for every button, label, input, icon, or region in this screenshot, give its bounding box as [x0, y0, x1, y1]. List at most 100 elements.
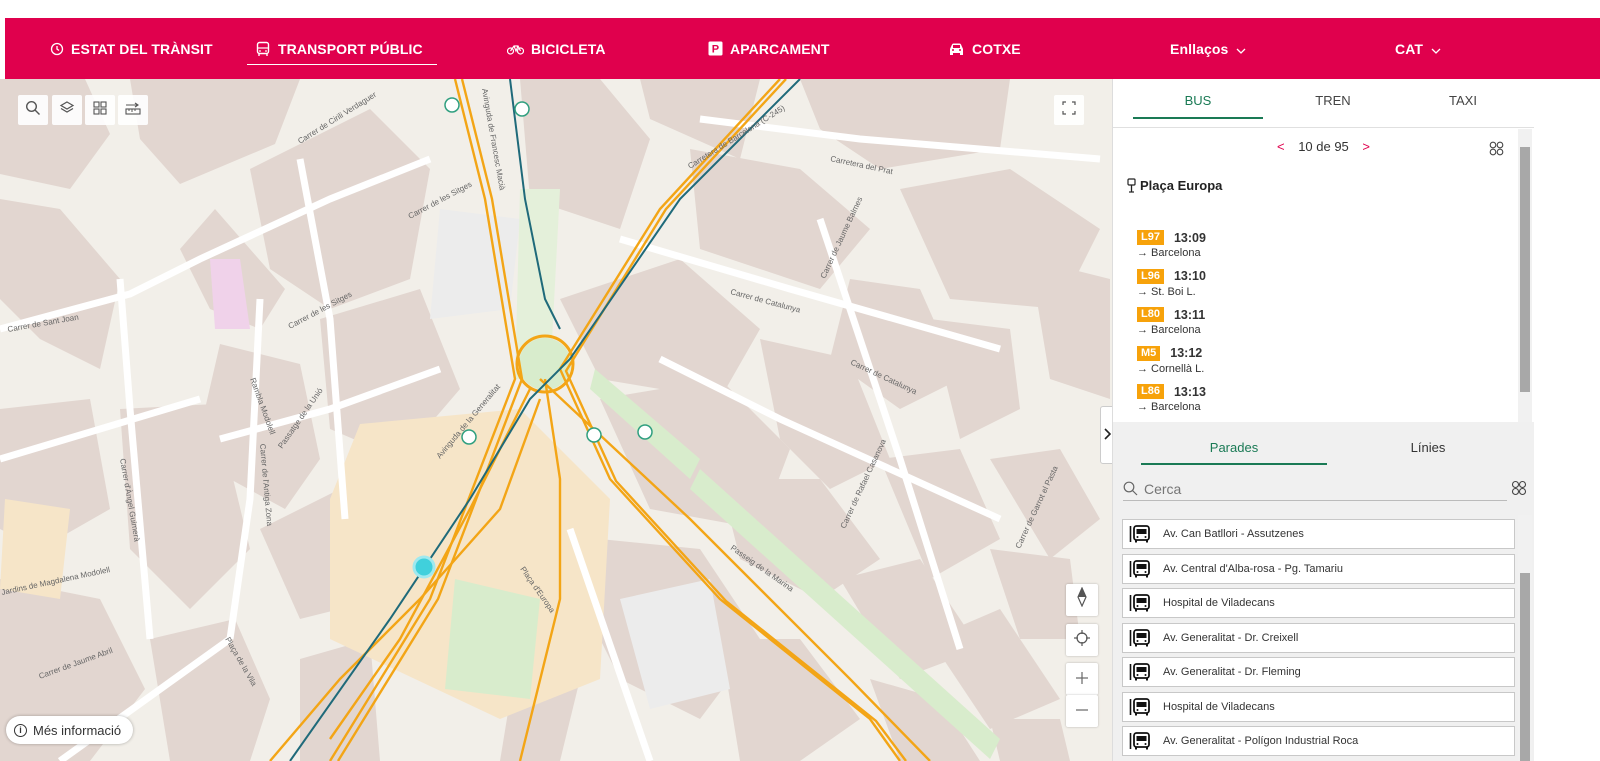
pager-next-button[interactable]: >: [1362, 139, 1370, 154]
compass-button[interactable]: [1066, 584, 1098, 616]
compass-icon: [1076, 586, 1088, 613]
svg-text:P: P: [712, 44, 719, 56]
arrival-item: L97 13:09 → Barcelona: [1137, 230, 1497, 269]
tab-bus[interactable]: BUS: [1133, 93, 1263, 108]
bus-stop-icon: [1129, 697, 1151, 716]
tab-stops[interactable]: Parades: [1139, 440, 1329, 455]
arrival-item: L80 13:11 → Barcelona: [1137, 307, 1497, 346]
transit-side-panel: BUS TREN TAXI < 10 de 95 > Plaça Europa …: [1112, 79, 1600, 761]
grid-dots-icon: [1489, 141, 1504, 160]
stop-label: Av. Generalitat - Dr. Creixell: [1163, 631, 1299, 644]
chevron-down-icon: [1431, 41, 1441, 57]
list-item[interactable]: Av. Can Batllori - Assutzenes: [1122, 519, 1515, 549]
parking-icon: P: [708, 41, 723, 56]
scrollbar-thumb[interactable]: [1520, 573, 1530, 761]
bus-stop-icon: [1127, 178, 1136, 193]
pager-prev-button[interactable]: <: [1277, 139, 1285, 154]
transport-tabs: BUS TREN TAXI: [1113, 79, 1534, 127]
bus-icon: [255, 41, 271, 57]
list-item[interactable]: Av. Generalitat - Dr. Creixell: [1122, 622, 1515, 653]
arrivals-list: L97 13:09 → Barcelona L96 13:10 → St. Boi …: [1137, 230, 1497, 423]
line-badge[interactable]: L97: [1137, 230, 1164, 245]
bus-stop-icon: [1129, 594, 1151, 612]
car-icon: [948, 42, 965, 55]
zoom-out-button[interactable]: [1066, 695, 1098, 727]
list-item[interactable]: Hospital de Viladecans: [1122, 691, 1515, 722]
active-tab-indicator: [1133, 117, 1263, 119]
nav-item-label: APARCAMENT: [730, 40, 830, 57]
map-measure-button[interactable]: [118, 95, 148, 125]
crosshair-icon: [1074, 629, 1090, 652]
search-icon: [25, 100, 41, 121]
stops-lines-tabs: Parades Línies: [1113, 422, 1534, 474]
map-canvas[interactable]: Carrer de Cirili Verdaguer Carrer de les…: [0, 79, 1112, 761]
arrivals-scrollbar[interactable]: [1518, 129, 1532, 424]
stops-section: Parades Línies Av. Can Batllori - Assutz…: [1113, 422, 1534, 761]
bus-stop-icon: [1129, 628, 1151, 647]
nav-item-car[interactable]: COTXE: [948, 18, 1021, 79]
chevron-down-icon: [1236, 41, 1246, 57]
nav-links-dropdown[interactable]: Enllaços: [1170, 18, 1246, 79]
options-grid-button[interactable]: [1489, 141, 1504, 161]
stops-scrollbar[interactable]: [1518, 515, 1532, 761]
nav-item-label: COTXE: [972, 40, 1021, 57]
plus-icon: [1075, 668, 1089, 691]
line-badge[interactable]: L96: [1137, 268, 1164, 284]
arrival-destination: → Barcelona: [1137, 324, 1201, 336]
map-search-button[interactable]: [18, 95, 48, 125]
stops-options-button[interactable]: [1511, 480, 1527, 501]
list-item[interactable]: Av. Generalitat - Dr. Fleming: [1122, 657, 1515, 687]
tab-lines[interactable]: Línies: [1333, 440, 1523, 455]
bus-stop-icon: [1129, 525, 1151, 543]
list-item[interactable]: Av. Generalitat - Polígon Industrial Roc…: [1122, 726, 1515, 756]
more-info-label: Més informació: [33, 722, 122, 738]
bus-stop-icon: [1129, 559, 1151, 578]
stop-label: Av. Can Batllori - Assutzenes: [1163, 528, 1304, 540]
clock-icon: [50, 42, 64, 56]
nav-language-dropdown[interactable]: CAT: [1395, 18, 1441, 79]
nav-item-label: ESTAT DEL TRÀNSIT: [71, 40, 213, 57]
list-item[interactable]: Hospital de Viladecans: [1122, 588, 1515, 618]
active-subtab-indicator: [1141, 463, 1327, 465]
language-label: CAT: [1395, 40, 1424, 57]
nav-item-parking[interactable]: P APARCAMENT: [708, 18, 830, 79]
line-badge[interactable]: L80: [1137, 307, 1164, 322]
arrival-time: 13:11: [1173, 307, 1206, 322]
bus-stop-icon: [1129, 663, 1151, 681]
tab-taxi[interactable]: TAXI: [1398, 93, 1528, 108]
grid-icon: [92, 100, 108, 121]
stop-name: Plaça Europa: [1140, 178, 1223, 193]
stops-search: [1123, 477, 1507, 501]
list-item[interactable]: Av. Central d'Alba-rosa - Pg. Tamariu: [1122, 553, 1515, 584]
nav-item-traffic-status[interactable]: ESTAT DEL TRÀNSIT: [50, 18, 213, 79]
arrival-time: 13:09: [1173, 230, 1206, 245]
stop-label: Av. Central d'Alba-rosa - Pg. Tamariu: [1163, 562, 1344, 575]
map-layers-button[interactable]: [52, 95, 82, 125]
layers-icon: [59, 100, 75, 121]
locate-button[interactable]: [1066, 624, 1098, 656]
map-basemap-button[interactable]: [85, 95, 115, 125]
tab-train[interactable]: TREN: [1268, 93, 1398, 108]
minus-icon: [1075, 700, 1089, 723]
nav-item-bicycle[interactable]: BICICLETA: [507, 18, 606, 79]
bus-stop-icon: [1129, 732, 1151, 750]
scrollbar-thumb[interactable]: [1520, 147, 1530, 392]
nav-item-public-transport[interactable]: TRANSPORT PÚBLIC: [247, 18, 437, 79]
arrival-destination: → St. Boi L.: [1137, 285, 1196, 298]
nav-item-label: BICICLETA: [531, 40, 606, 57]
ruler-icon: [124, 100, 142, 121]
line-badge[interactable]: L86: [1137, 384, 1164, 399]
stop-label: Av. Generalitat - Polígon Industrial Roc…: [1163, 735, 1359, 747]
stop-pager: < 10 de 95 >: [1113, 139, 1534, 154]
arrival-time: 13:12: [1170, 346, 1203, 360]
line-badge[interactable]: M5: [1137, 345, 1161, 361]
stop-label: Av. Generalitat - Dr. Fleming: [1163, 666, 1301, 678]
zoom-in-button[interactable]: [1066, 663, 1098, 695]
arrival-destination: → Barcelona: [1137, 401, 1201, 413]
tabs-divider: [1113, 127, 1534, 128]
search-input[interactable]: [1144, 480, 1484, 497]
fullscreen-icon: [1062, 100, 1076, 120]
more-info-button[interactable]: i Més informació: [6, 716, 134, 744]
arrival-time: 13:10: [1173, 269, 1206, 283]
fullscreen-button[interactable]: [1054, 95, 1084, 125]
